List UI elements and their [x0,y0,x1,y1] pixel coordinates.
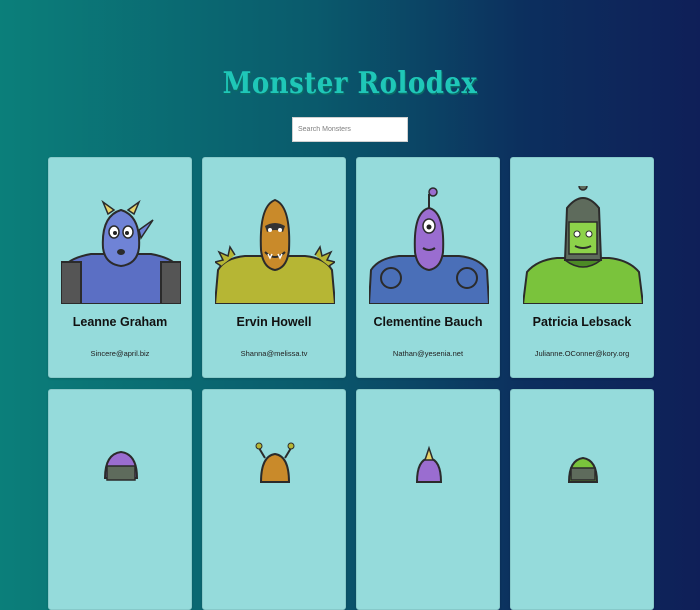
monster-avatar-icon [369,187,489,304]
search-input[interactable] [292,117,408,142]
monster-email: Nathan@yesenia.net [392,349,464,358]
monster-avatar-icon [567,456,599,483]
monster-avatar-icon [255,442,295,483]
monster-name: Ervin Howell [236,315,312,329]
monster-email: Julianne.OConner@kory.org [534,349,630,358]
monster-card[interactable]: Clementine Bauch Nathan@yesenia.net [356,157,500,378]
monster-card[interactable] [48,389,192,610]
monster-name: Clementine Bauch [373,315,483,329]
monster-avatar-icon [415,445,443,483]
monster-card[interactable] [202,389,346,610]
monster-name: Patricia Lebsack [532,315,632,329]
monster-avatar-icon [103,450,139,481]
monster-card[interactable]: Patricia Lebsack Julianne.OConner@kory.o… [510,157,654,378]
monster-avatar-icon [61,199,181,304]
monster-email: Sincere@april.biz [90,349,150,358]
monster-name: Leanne Graham [72,315,168,329]
monster-avatar-icon [523,186,643,304]
monster-card[interactable] [510,389,654,610]
page-title: Monster Rolodex [222,67,478,102]
monster-card[interactable]: Leanne Graham Sincere@april.biz [48,157,192,378]
monster-card[interactable]: Ervin Howell Shanna@melissa.tv [202,157,346,378]
monster-card[interactable] [356,389,500,610]
card-list: Leanne Graham Sincere@april.biz Ervin Ho… [48,157,654,610]
monster-email: Shanna@melissa.tv [240,349,308,358]
monster-avatar-icon [215,198,335,304]
